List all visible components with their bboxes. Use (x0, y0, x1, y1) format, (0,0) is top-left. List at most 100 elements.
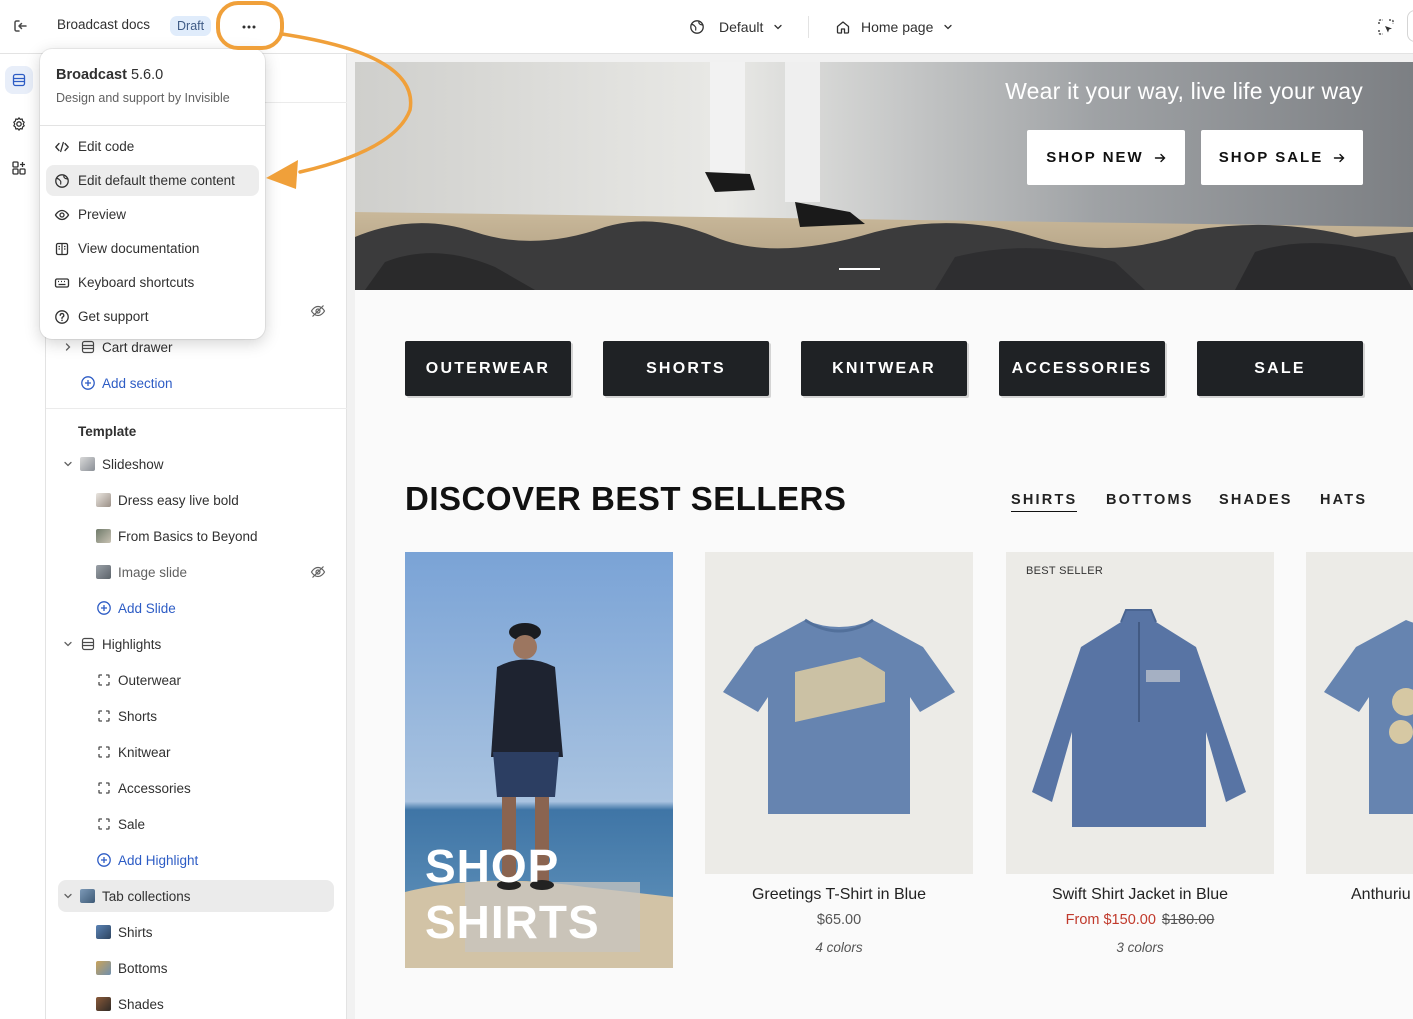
page-selector[interactable]: Home page (835, 0, 953, 54)
section-title: DISCOVER BEST SELLERS (405, 480, 847, 517)
product-card-image[interactable] (705, 552, 973, 874)
chevron-right-icon[interactable] (62, 341, 74, 353)
product-image (1032, 609, 1246, 827)
menu-item-preview[interactable]: Preview (46, 199, 259, 230)
inspector-icon[interactable] (1374, 15, 1398, 39)
shop-sale-button[interactable]: SHOP SALE (1201, 130, 1363, 185)
sections-icon (12, 73, 26, 87)
block-icon (98, 746, 110, 758)
theme-version: 5.6.0 (130, 67, 164, 83)
home-icon (836, 21, 850, 34)
add-slide-button[interactable]: Add Slide (46, 592, 347, 624)
block-icon (98, 710, 110, 722)
store-preview: Wear it your way, live life your way SHO… (355, 62, 1413, 1019)
eye-off-icon[interactable] (310, 303, 326, 319)
add-highlight-button[interactable]: Add Highlight (46, 844, 347, 876)
chevron-down-icon (944, 24, 953, 30)
keyboard-icon (54, 278, 70, 288)
sidebar-item-label: From Basics to Beyond (118, 528, 258, 544)
eye-off-icon[interactable] (310, 564, 326, 580)
add-section-button[interactable]: Add section (46, 367, 347, 399)
sidebar-item-label: Shorts (118, 708, 158, 724)
apps-icon (12, 161, 26, 175)
category-button-shorts[interactable]: SHORTS (603, 341, 769, 396)
menu-item-label: Preview (78, 207, 127, 222)
sidebar-item-highlights[interactable]: Highlights (46, 628, 347, 660)
tab-shirts[interactable]: SHIRTS (1011, 492, 1078, 512)
product-card-image[interactable]: BEST SELLER (1006, 552, 1274, 874)
product-name[interactable]: Greetings T-Shirt in Blue (705, 886, 973, 904)
menu-item-edit-code[interactable]: Edit code (46, 131, 259, 162)
menu-item-get-support[interactable]: Get support (46, 301, 259, 332)
category-button-outerwear[interactable]: OUTERWEAR (405, 341, 571, 396)
tab-hats[interactable]: HATS (1320, 492, 1367, 508)
globe-icon (690, 20, 704, 34)
sidebar-item-block[interactable]: Knitwear (46, 736, 347, 768)
promo-line-2: SHIRTS (425, 896, 600, 948)
sidebar-item-label: Knitwear (118, 744, 171, 760)
chevron-down-icon[interactable] (62, 890, 74, 902)
template-heading: Template (78, 424, 137, 439)
sidebar-item-slide[interactable]: Dress easy live bold (46, 484, 347, 516)
menu-item-label: Edit code (78, 139, 135, 154)
block-icon (98, 782, 110, 794)
hero-tagline: Wear it your way, live life your way (1005, 78, 1363, 104)
menu-item-label: Edit default theme content (78, 173, 235, 188)
category-button-knitwear[interactable]: KNITWEAR (801, 341, 967, 396)
apps-nav-button[interactable] (5, 154, 33, 182)
chevron-down-icon[interactable] (62, 458, 74, 470)
menu-item-keyboard-shortcuts[interactable]: Keyboard shortcuts (46, 267, 259, 298)
draft-badge: Draft (170, 16, 212, 36)
menu-item-edit-default-theme-content[interactable]: Edit default theme content (46, 165, 259, 196)
sidebar-item-block[interactable]: Sale (46, 808, 347, 840)
product-card-image[interactable] (1306, 552, 1413, 874)
sidebar-item-label: Highlights (102, 636, 162, 652)
sidebar-item-block[interactable]: Accessories (46, 772, 347, 804)
more-actions-button[interactable] (232, 12, 266, 40)
menu-item-label: Keyboard shortcuts (78, 275, 195, 290)
sidebar-item-slide[interactable]: From Basics to Beyond (46, 520, 347, 552)
sidebar-item-tab[interactable]: Bottoms (46, 952, 347, 984)
sidebar-item-slideshow[interactable]: Slideshow (46, 448, 347, 480)
shop-sale-label: SHOP SALE (1218, 149, 1324, 166)
sidebar-item-tab[interactable]: Shades (46, 988, 347, 1019)
sidebar-item-label: Tab collections (102, 888, 191, 904)
product-name[interactable]: Anthuriu (1306, 886, 1413, 904)
tab-shades[interactable]: SHADES (1219, 492, 1293, 508)
save-button[interactable] (1407, 10, 1413, 42)
promo-card-shop-shirts[interactable]: SHOP SHIRTS (405, 552, 673, 968)
shop-new-button[interactable]: SHOP NEW (1027, 130, 1185, 185)
sale-price: From $150.00 (1065, 912, 1156, 928)
sidebar-item-block[interactable]: Shorts (46, 700, 347, 732)
book-icon (55, 242, 69, 256)
tab-bottoms[interactable]: BOTTOMS (1106, 492, 1194, 508)
plus-circle-icon (97, 601, 111, 615)
top-bar: Broadcast docs Draft Default Home page (0, 0, 1413, 54)
add-highlight-label: Add Highlight (118, 852, 199, 868)
divider (46, 408, 347, 409)
help-icon (55, 310, 69, 324)
arrow-right-icon (1154, 153, 1166, 162)
sidebar-item-label: Sale (118, 816, 146, 832)
category-button-sale[interactable]: SALE (1197, 341, 1363, 396)
promo-heading: SHOP SHIRTS (425, 838, 600, 950)
section-icon (81, 340, 95, 354)
sidebar-item-slide[interactable]: Image slide (46, 556, 347, 588)
menu-item-view-documentation[interactable]: View documentation (46, 233, 259, 264)
tab-thumbnail (96, 997, 111, 1011)
theme-settings-nav-button[interactable] (5, 110, 33, 138)
theme-style-selector[interactable]: Default (689, 0, 783, 54)
sidebar-item-tab[interactable]: Shirts (46, 916, 347, 948)
theme-style-label: Default (719, 19, 764, 35)
slide-indicator[interactable] (839, 268, 880, 270)
block-icon (98, 818, 110, 830)
menu-item-label: Get support (78, 309, 149, 324)
sidebar-item-block[interactable]: Outerwear (46, 664, 347, 696)
product-name[interactable]: Swift Shirt Jacket in Blue (1006, 886, 1274, 904)
sidebar-item-tab-collections[interactable]: Tab collections (58, 880, 334, 912)
sections-nav-button[interactable] (5, 66, 33, 94)
chevron-down-icon[interactable] (62, 638, 74, 650)
tab-thumbnail (96, 961, 111, 975)
category-button-accessories[interactable]: ACCESSORIES (999, 341, 1165, 396)
exit-icon[interactable] (10, 15, 32, 37)
